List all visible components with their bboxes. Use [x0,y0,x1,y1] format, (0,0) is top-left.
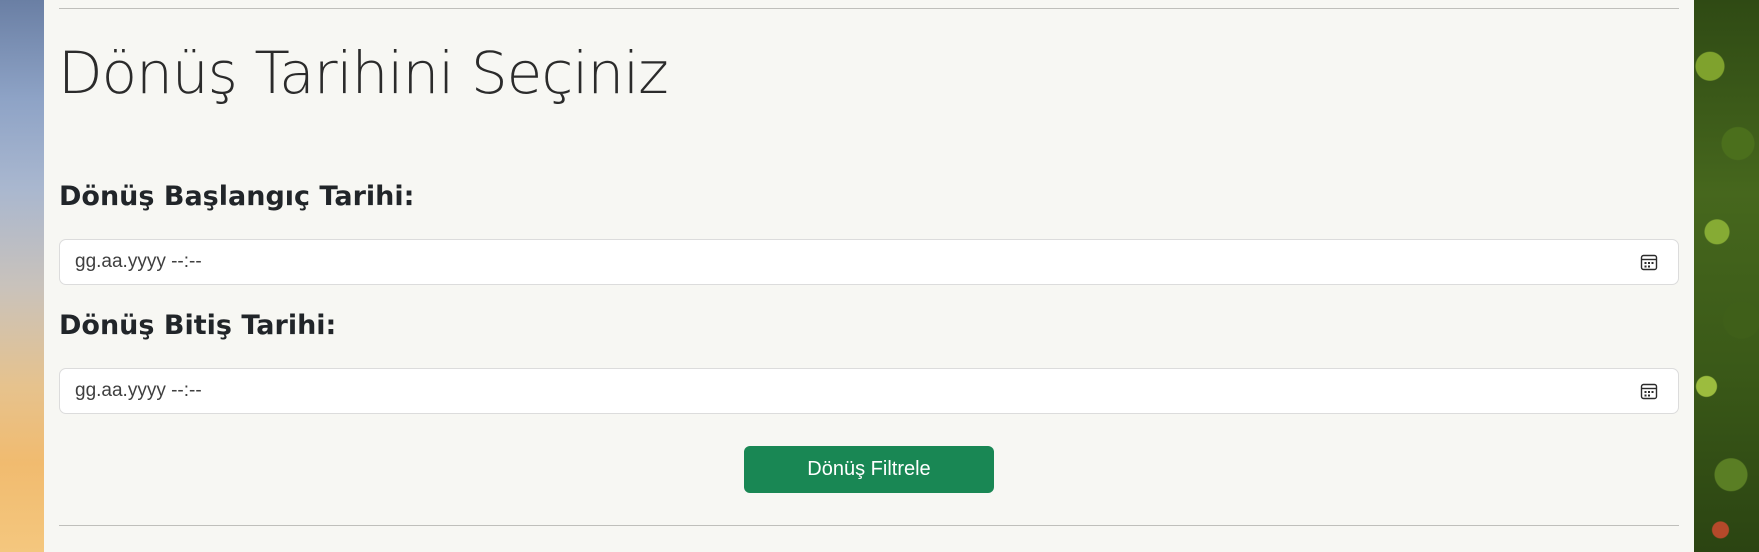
end-date-label: Dönüş Bitiş Tarihi: [59,310,337,341]
page-title: Dönüş Tarihini Seçiniz [58,39,669,107]
background-foliage [1689,0,1759,552]
end-date-field[interactable] [59,368,1679,414]
calendar-icon[interactable] [1640,382,1658,400]
page: Dönüş Tarihini Seçiniz Dönüş Başlangıç T… [0,0,1759,552]
top-divider [59,8,1679,9]
filter-button[interactable]: Dönüş Filtrele [744,446,994,493]
start-date-label: Dönüş Başlangıç Tarihi: [59,181,415,212]
start-date-input[interactable] [60,240,1678,284]
start-date-field[interactable] [59,239,1679,285]
calendar-icon[interactable] [1640,253,1658,271]
content-panel: Dönüş Tarihini Seçiniz Dönüş Başlangıç T… [44,0,1694,552]
end-date-input[interactable] [60,369,1678,413]
bottom-divider [59,525,1679,526]
